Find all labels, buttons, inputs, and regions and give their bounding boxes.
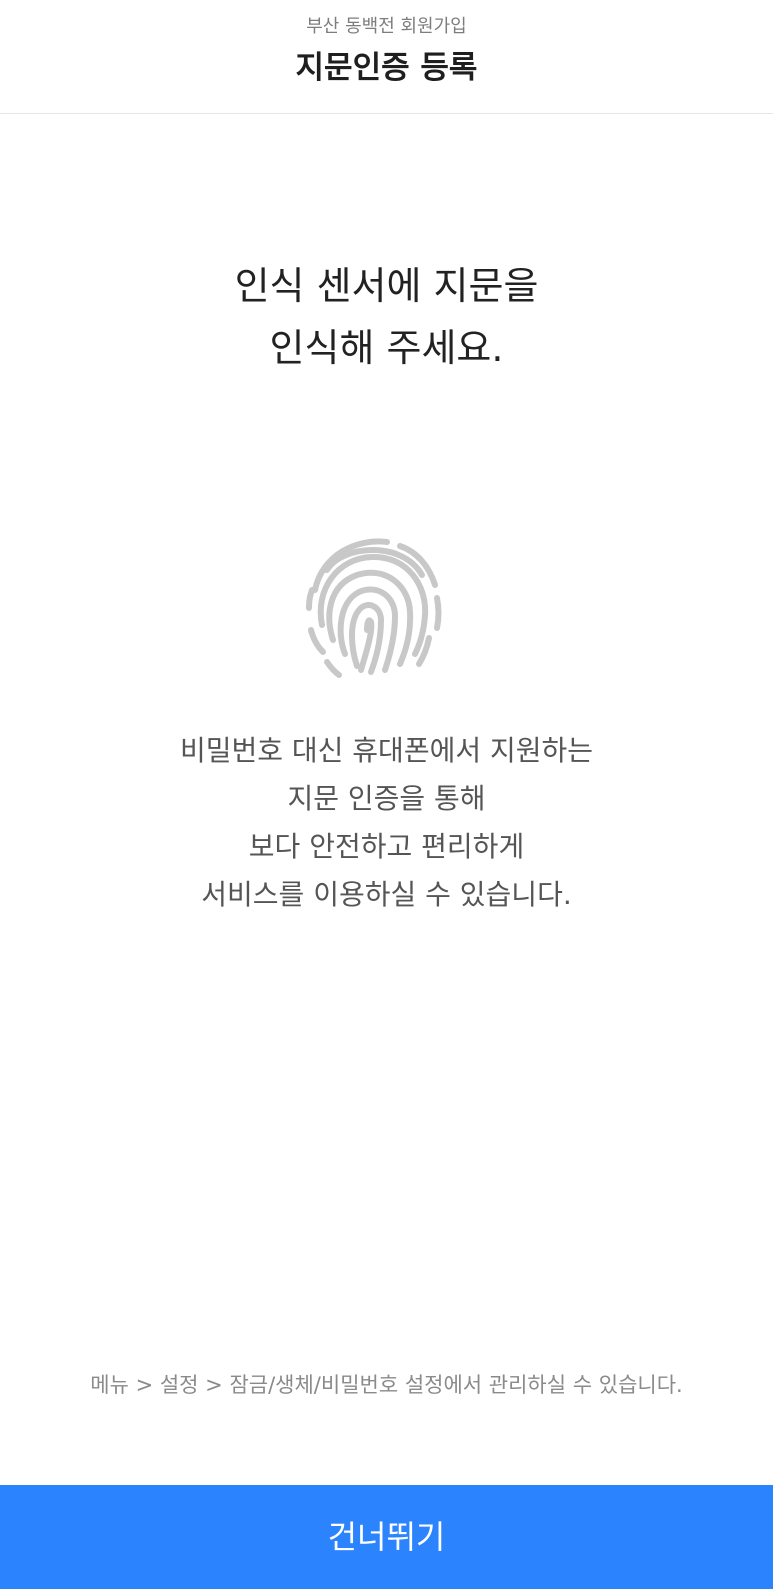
description-line-2: 지문 인증을 통해 bbox=[287, 782, 486, 815]
fingerprint-icon bbox=[297, 530, 447, 680]
header-subtitle: 부산 동백전 회원가입 bbox=[306, 16, 467, 37]
header: 부산 동백전 회원가입 지문인증 등록 bbox=[0, 0, 773, 114]
instruction-line-1: 인식 센서에 지문을 bbox=[234, 264, 539, 308]
description-line-1: 비밀번호 대신 휴대폰에서 지원하는 bbox=[179, 734, 594, 767]
instruction-line-2: 인식해 주세요. bbox=[269, 326, 504, 370]
page-title: 지문인증 등록 bbox=[295, 50, 478, 86]
description-text: 비밀번호 대신 휴대폰에서 지원하는 지문 인증을 통해 보다 안전하고 편리하… bbox=[0, 727, 773, 919]
description-line-4: 서비스를 이용하실 수 있습니다. bbox=[201, 878, 572, 911]
skip-button[interactable]: 건너뛰기 bbox=[0, 1485, 773, 1589]
settings-path-note: 메뉴 > 설정 > 잠금/생체/비밀번호 설정에서 관리하실 수 있습니다. bbox=[90, 1373, 683, 1397]
instruction-heading: 인식 센서에 지문을 인식해 주세요. bbox=[0, 255, 773, 379]
description-line-3: 보다 안전하고 편리하게 bbox=[248, 830, 525, 863]
